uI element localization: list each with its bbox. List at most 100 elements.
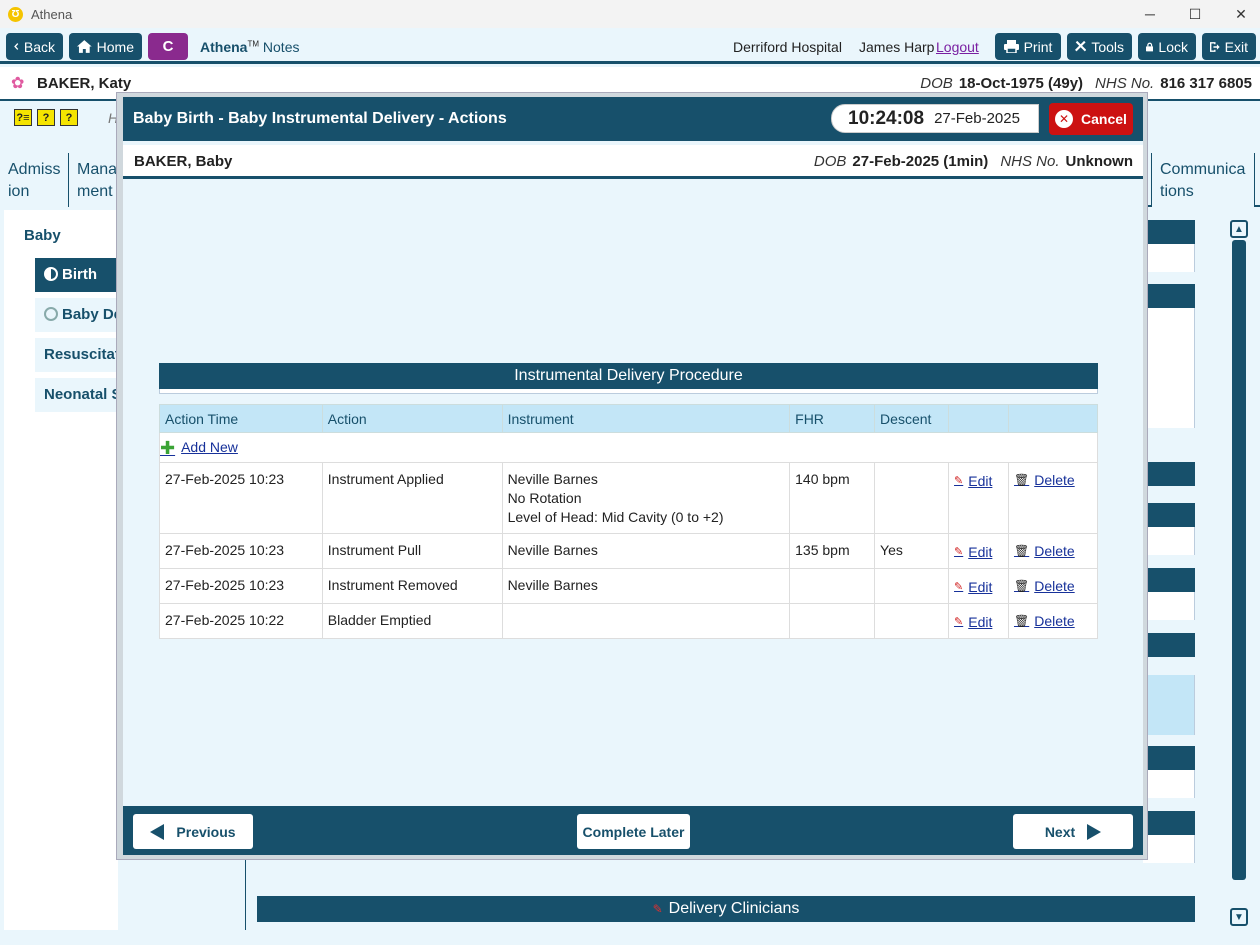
instrument-line: Level of Head: Mid Cavity (0 to +2) (507, 508, 724, 525)
nhs-label: NHS No. (1095, 75, 1155, 92)
nav-item-birth[interactable]: Birth (35, 258, 118, 292)
bg-panel-header (1143, 811, 1195, 835)
actions-table: Action Time Action Instrument FHR Descen… (159, 404, 1099, 639)
lock-label: Lock (1158, 38, 1188, 55)
nav-item-neonatal[interactable]: Neonatal Screening (35, 378, 118, 412)
edit-link[interactable]: ✎ Edit (954, 613, 992, 632)
help-icon[interactable]: ? (37, 109, 55, 126)
lock-button[interactable]: Lock (1138, 33, 1196, 60)
cell-descent (874, 461, 950, 534)
maximize-icon[interactable]: ☐ (1172, 0, 1218, 28)
add-new-link[interactable]: ✚ Add New (160, 438, 238, 457)
next-label: Next (1044, 823, 1076, 840)
bg-panel-body (1143, 244, 1195, 272)
tools-icon (1075, 40, 1087, 52)
procedure-subheader (159, 389, 1098, 394)
delete-link[interactable]: 🗑 Delete (1014, 612, 1075, 631)
print-button[interactable]: Print (995, 33, 1061, 60)
pencil-icon: ✎ (954, 545, 964, 558)
trash-icon: 🗑 (1013, 543, 1030, 558)
edit-link[interactable]: ✎ Edit (954, 543, 992, 562)
tab-communications[interactable]: Communica tions (1151, 153, 1255, 207)
delete-label: Delete (1034, 577, 1075, 594)
plus-icon: ✚ (160, 437, 176, 458)
complete-later-button[interactable]: Complete Later (577, 814, 690, 849)
edit-label: Edit (968, 472, 993, 489)
next-button[interactable]: Next (1013, 814, 1133, 849)
logout-link[interactable]: Logout (936, 39, 979, 55)
baby-details: DOB 27-Feb-2025 (1min) NHS No. Unknown (814, 153, 1133, 170)
help-icon-alt[interactable]: ? (60, 109, 78, 126)
col-instrument: Instrument (501, 404, 791, 433)
cell-fhr: 135 bpm (789, 532, 876, 569)
tools-button[interactable]: Tools (1067, 33, 1132, 60)
col-delete (1007, 404, 1099, 433)
c-button[interactable]: C (148, 33, 188, 60)
delete-link[interactable]: 🗑 Delete (1014, 577, 1075, 596)
arrow-left-icon (150, 823, 165, 840)
bg-panel-header (1143, 462, 1195, 486)
cell-instrument: Neville Barnes No Rotation Level of Head… (501, 461, 791, 534)
divider (245, 860, 246, 930)
table-row: 27-Feb-2025 10:23 Instrument Applied Nev… (159, 461, 1099, 534)
cell-fhr: 140 bpm (789, 461, 876, 534)
patient-dob: 18-Oct-1975 (49y) (958, 75, 1084, 92)
exit-button[interactable]: Exit (1202, 33, 1256, 60)
nav-section-baby[interactable]: Baby (14, 218, 118, 254)
bg-panel-header (1143, 284, 1195, 308)
cancel-button[interactable]: ✕ Cancel (1049, 103, 1133, 135)
pencil-icon[interactable]: ✎ (653, 902, 663, 916)
baby-nhs-label: NHS No. (1000, 153, 1060, 170)
bg-panel-body (1143, 592, 1195, 620)
cell-action: Instrument Applied (321, 461, 503, 534)
baby-banner: BAKER, Baby DOB 27-Feb-2025 (1min) NHS No.… (123, 145, 1143, 179)
user-name: James Harp (859, 39, 935, 55)
trash-icon: 🗑 (1013, 613, 1030, 628)
baby-dob-label: DOB (813, 153, 847, 170)
back-label: Back (23, 38, 55, 55)
tab-admission[interactable]: Admiss ion (0, 153, 69, 207)
edit-link[interactable]: ✎ Edit (954, 578, 992, 597)
scroll-up-icon[interactable]: ▲ (1230, 220, 1248, 238)
delete-link[interactable]: 🗑 Delete (1014, 542, 1075, 561)
delivery-clinicians-panel: ✎ Delivery Clinicians (257, 896, 1195, 922)
scrollbar[interactable]: ▲ ▼ (1229, 218, 1249, 930)
cancel-x-icon: ✕ (1055, 110, 1074, 128)
back-button[interactable]: Back (6, 33, 63, 60)
cell-action: Instrument Removed (321, 567, 503, 604)
athena-app-icon: Ʊ (8, 6, 23, 22)
edit-label: Edit (968, 543, 993, 560)
scroll-down-icon[interactable]: ▼ (1230, 908, 1248, 926)
cell-instrument: Neville Barnes (501, 567, 791, 604)
app-toolbar: Back Home C AthenaTM Notes Derriford Hos… (0, 28, 1260, 64)
pencil-icon: ✎ (954, 580, 964, 593)
bg-panel-body (1143, 308, 1195, 428)
delete-link[interactable]: 🗑 Delete (1014, 471, 1075, 490)
edit-link[interactable]: ✎ Edit (954, 472, 992, 491)
cancel-label: Cancel (1081, 111, 1127, 127)
cell-action: Bladder Emptied (321, 602, 503, 639)
baby-dob: 27-Feb-2025 (1min) (852, 153, 989, 170)
bg-panel-body (1143, 835, 1195, 863)
cell-action: Instrument Pull (321, 532, 503, 569)
cell-descent: Yes (874, 532, 950, 569)
cell-time: 27-Feb-2025 10:23 (159, 567, 323, 604)
close-icon[interactable]: ✕ (1218, 0, 1260, 28)
instrument-line: Neville Barnes (507, 470, 598, 487)
home-button[interactable]: Home (69, 33, 142, 60)
nav-item-label: Baby Delivery (62, 306, 118, 323)
trash-icon: 🗑 (1013, 472, 1030, 487)
cell-fhr (789, 602, 876, 639)
minimize-icon[interactable]: ─ (1127, 0, 1173, 28)
scroll-thumb[interactable] (1232, 240, 1246, 880)
nav-item-resuscitation[interactable]: Resuscitation (35, 338, 118, 372)
trash-icon: 🗑 (1013, 578, 1030, 593)
nav-item-baby-delivery[interactable]: Baby Delivery (35, 298, 118, 332)
previous-button[interactable]: Previous (133, 814, 253, 849)
cell-descent (874, 602, 950, 639)
bg-panel-body (1143, 770, 1195, 798)
bg-panel-header (1143, 568, 1195, 592)
modal-footer: Previous Complete Later Next (123, 806, 1143, 855)
cell-time: 27-Feb-2025 10:22 (159, 602, 323, 639)
help-list-icon[interactable]: ?≡ (14, 109, 32, 126)
